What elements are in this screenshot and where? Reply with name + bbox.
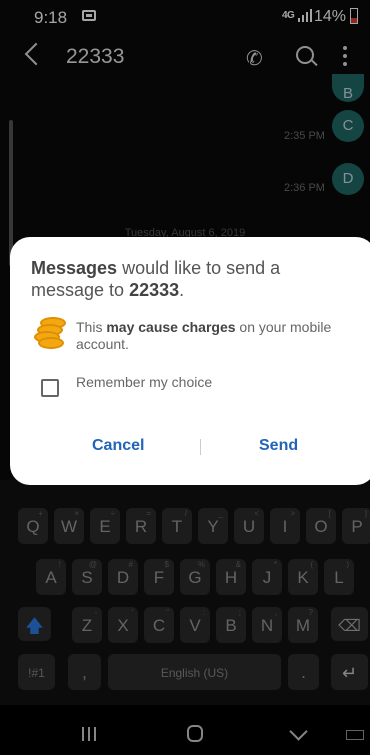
dialog-title: Messages would like to send a message to…: [31, 258, 281, 300]
button-divider: [200, 439, 201, 455]
charges-warning: This may cause charges on your mobile ac…: [76, 319, 332, 352]
coins-icon: [34, 317, 68, 349]
remember-choice-checkbox[interactable]: [41, 379, 59, 397]
send-message-dialog: Messages would like to send a message to…: [10, 237, 370, 485]
messages-screen: 9:18 4G 14% 22333 ✆ B C 2:35 PM D 2:36 P…: [0, 0, 370, 755]
cancel-button[interactable]: Cancel: [92, 437, 144, 455]
remember-choice-label[interactable]: Remember my choice: [76, 374, 212, 390]
send-button[interactable]: Send: [259, 437, 298, 455]
